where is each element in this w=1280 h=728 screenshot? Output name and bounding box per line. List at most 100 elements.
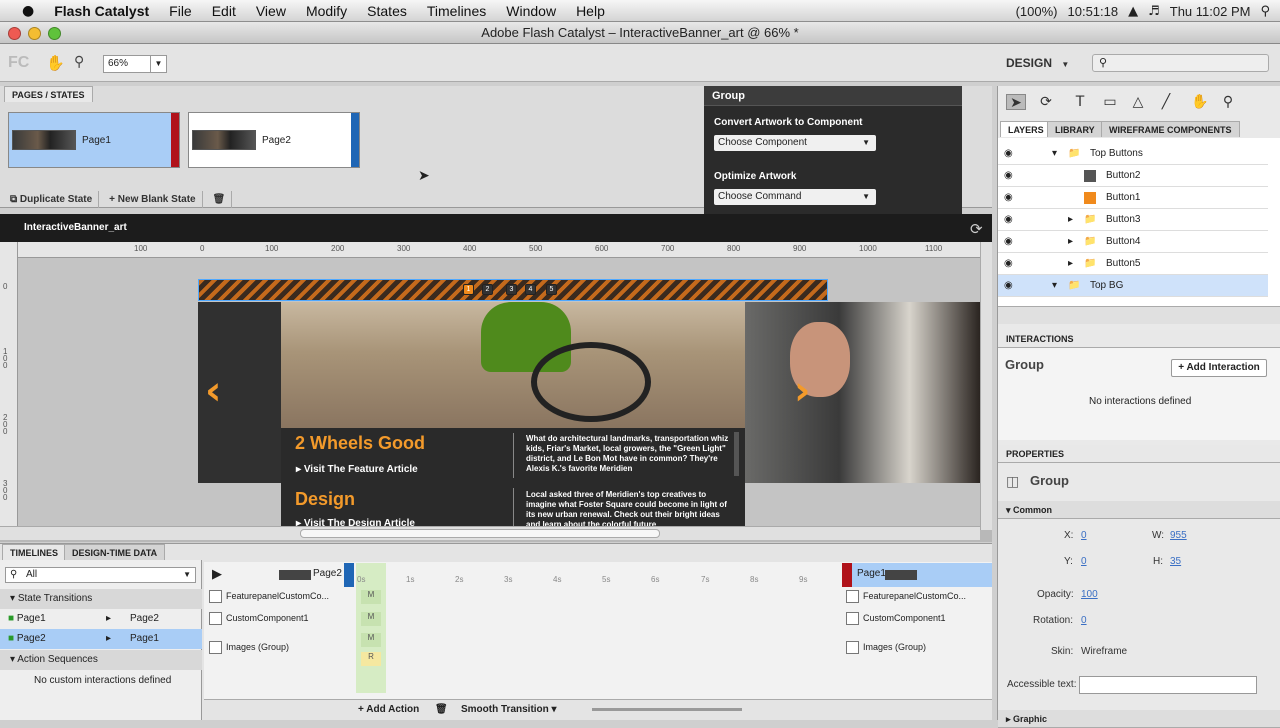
action-sequences-header[interactable]: ▾ Action Sequences [0,650,202,670]
volume-icon[interactable]: ♬ [1148,4,1160,19]
canvas-horizontal-scrollbar[interactable] [0,526,980,540]
selection-tool-icon[interactable]: ➤ [1006,94,1026,111]
row-checkbox[interactable] [846,590,859,603]
scroll-thumb[interactable] [300,529,660,538]
menu-edit[interactable]: Edit [202,3,246,19]
effect-marker[interactable]: M [361,612,381,626]
timeline-zoom-slider[interactable] [592,708,742,711]
chevron-left-icon[interactable]: ‹ [205,368,221,414]
chevron-right-icon[interactable]: ▸ [1068,253,1073,275]
transition-row-page1-page2[interactable]: ■ Page1 ▸ Page2 [0,609,202,629]
timeline-row-left[interactable]: CustomComponent1 [209,612,309,625]
line-tool-icon[interactable]: ╱ [1156,94,1176,110]
panel-scrollbar[interactable] [734,432,739,476]
chevron-right-icon[interactable]: ▸ [1068,231,1073,253]
row-checkbox[interactable] [846,612,859,625]
feature-1-link[interactable]: ▸ Visit The Feature Article [296,464,418,475]
nav-dot-3[interactable]: 3 [506,284,517,295]
text-tool-icon[interactable]: T [1070,94,1090,110]
rotation-value[interactable]: 0 [1081,615,1087,626]
layer-row[interactable]: ◉ Button2 [998,165,1268,187]
timer-readout[interactable]: 10:51:18 [1068,4,1119,19]
state-thumbnail-page1[interactable]: Page1 [8,112,180,168]
choose-component-select[interactable]: Choose Component ▼ [714,135,876,151]
chevron-down-icon[interactable]: ▼ [150,56,166,72]
disclosure-icon[interactable]: ▾ [1052,275,1057,297]
wifi-icon[interactable]: ▲ [1128,4,1138,19]
properties-header[interactable]: PROPERTIES [998,445,1280,463]
apple-icon[interactable]: ● [12,3,44,19]
h-value[interactable]: 35 [1170,556,1181,567]
transform-tool-icon[interactable]: ⟳ [1036,94,1056,110]
row-checkbox[interactable] [209,590,222,603]
tab-timelines[interactable]: TIMELINES [2,544,67,560]
battery-status[interactable]: (100%) [1016,4,1058,19]
smooth-transition-button[interactable]: Smooth Transition ▾ [461,700,557,720]
layer-row[interactable]: ◉ ▸ 📁 Button4 [998,231,1268,253]
zoom-select[interactable]: 66% ▼ [103,55,167,73]
minimize-window-button[interactable] [28,27,41,40]
eye-icon[interactable]: ◉ [1004,165,1013,187]
timeline-row-left[interactable]: FeaturepanelCustomCo... [209,590,329,603]
trash-icon[interactable]: 🗑 [435,700,448,720]
refresh-icon[interactable]: ⟳ [970,220,983,238]
effect-marker[interactable]: M [361,590,381,604]
hand-tool-icon[interactable]: ✋ [1190,94,1210,110]
menubar-clock[interactable]: Thu 11:02 PM [1170,4,1251,19]
menu-file[interactable]: File [159,3,202,19]
w-value[interactable]: 955 [1170,530,1187,541]
eye-icon[interactable]: ◉ [1004,187,1013,209]
transition-row-page2-page1[interactable]: ■ Page2 ▸ Page1 [0,629,202,649]
row-checkbox[interactable] [209,612,222,625]
trash-icon[interactable]: 🗑 [207,190,233,208]
menu-window[interactable]: Window [496,3,566,19]
state-thumbnail-page2[interactable]: Page2 [188,112,360,168]
timeline-row-right[interactable]: CustomComponent1 [846,612,946,625]
add-action-button[interactable]: + Add Action [358,700,419,720]
accessible-text-input[interactable] [1079,676,1257,694]
add-interaction-button[interactable]: + Add Interaction [1171,359,1267,377]
timeline-row-left[interactable]: Images (Group) [209,641,289,654]
timeline-row-right[interactable]: FeaturepanelCustomCo... [846,590,966,603]
tab-pages-states[interactable]: PAGES / STATES [4,86,93,102]
nav-dot-4[interactable]: 4 [525,284,536,295]
common-section-header[interactable]: ▾ Common [998,501,1280,519]
menu-view[interactable]: View [246,3,296,19]
tab-design-time-data[interactable]: DESIGN-TIME DATA [64,544,166,560]
row-checkbox[interactable] [209,641,222,654]
layer-row[interactable]: ◉ ▸ 📁 Button5 [998,253,1268,275]
layer-row[interactable]: ◉ Button1 [998,187,1268,209]
zoom-window-button[interactable] [48,27,61,40]
nav-dot-5[interactable]: 5 [546,284,557,295]
canvas-vertical-scrollbar[interactable] [980,242,992,530]
close-window-button[interactable] [8,27,21,40]
x-value[interactable]: 0 [1081,530,1087,541]
new-blank-state-button[interactable]: + New Blank State [103,190,203,208]
skin-value[interactable]: Wireframe [1081,646,1127,657]
menu-app[interactable]: Flash Catalyst [44,3,159,19]
eye-icon[interactable]: ◉ [1004,143,1013,165]
timeline-row-right[interactable]: Images (Group) [846,641,926,654]
menu-timelines[interactable]: Timelines [417,3,496,19]
choose-command-select[interactable]: Choose Command ▼ [714,189,876,205]
interactions-header[interactable]: INTERACTIONS [998,330,1280,348]
eye-icon[interactable]: ◉ [1004,275,1013,297]
eye-icon[interactable]: ◉ [1004,231,1013,253]
rectangle-tool-icon[interactable]: ▭ [1100,94,1120,110]
opacity-value[interactable]: 100 [1081,589,1098,600]
menu-help[interactable]: Help [566,3,615,19]
workspace-switcher[interactable]: DESIGN ▼ [1006,56,1069,70]
nav-dot-1[interactable]: 1 [463,284,474,295]
row-checkbox[interactable] [846,641,859,654]
zoom-tool-icon[interactable]: ⚲ [74,54,84,70]
spotlight-icon[interactable]: ⚲ [1260,4,1270,19]
chevron-right-icon[interactable]: › [794,368,810,414]
zoom-tool-icon[interactable]: ⚲ [1218,94,1238,110]
graphic-section-header[interactable]: ▸ Graphic [998,710,1280,728]
menu-modify[interactable]: Modify [296,3,357,19]
effect-marker[interactable]: M [361,633,381,647]
tab-library[interactable]: LIBRARY [1047,121,1103,137]
chevron-right-icon[interactable]: ▸ [1068,209,1073,231]
tab-layers[interactable]: LAYERS [1000,121,1052,137]
layer-row-selected[interactable]: ◉ ▾ 📁 Top BG [998,275,1268,297]
